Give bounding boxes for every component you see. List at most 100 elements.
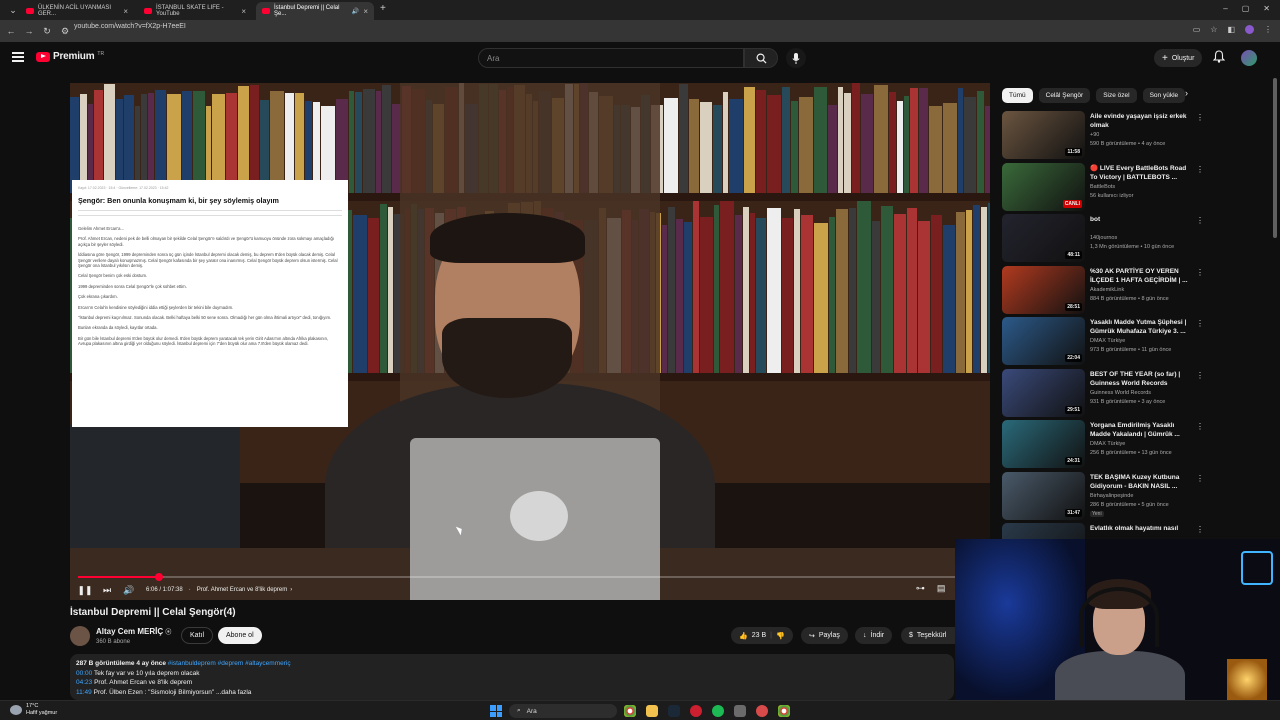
recommendation-item[interactable]: 31:47 TEK BAŞIMA Kuzey Kutbuna Gidiyorum … — [1002, 471, 1202, 522]
subscribe-button[interactable]: Abone ol — [218, 627, 262, 644]
recommendation-channel[interactable]: Guinness World Records — [1090, 390, 1151, 396]
video-thumbnail[interactable]: 24:31 — [1002, 420, 1085, 468]
spotify-icon[interactable] — [712, 705, 724, 717]
recommendation-title[interactable]: Aile evinde yaşayan işsiz erkek olmak — [1090, 112, 1190, 130]
youtube-premium-logo[interactable]: Premium TR — [36, 51, 104, 62]
share-button[interactable]: ↪ Paylaş — [801, 627, 848, 644]
recommendation-channel[interactable]: AkademikLink — [1090, 287, 1124, 293]
chrome-active-icon[interactable] — [778, 705, 790, 717]
steam-icon[interactable] — [668, 705, 680, 717]
forward-icon[interactable]: → — [22, 24, 36, 38]
recommendation-title[interactable]: 🔴 LIVE Every BattleBots Road To Victory … — [1090, 164, 1190, 182]
minimize-icon[interactable]: – — [1223, 4, 1227, 13]
more-options-icon[interactable]: ⋮ — [1196, 525, 1202, 534]
join-button[interactable]: Katıl — [181, 627, 214, 644]
site-info-icon[interactable]: ⚙ — [58, 24, 72, 38]
settings-gear-icon[interactable] — [734, 705, 746, 717]
url-field[interactable]: youtube.com/watch?v=fX2p-H7eeEI — [74, 23, 186, 30]
close-icon[interactable]: × — [123, 7, 128, 16]
chevron-right-icon[interactable]: › — [1185, 88, 1188, 98]
extensions-icon[interactable]: ◧ — [1227, 25, 1235, 34]
recommendation-title[interactable]: TEK BAŞIMA Kuzey Kutbuna Gidiyorum - BAK… — [1090, 473, 1190, 491]
cast-icon[interactable]: ▭ — [1193, 25, 1201, 34]
video-thumbnail[interactable] — [1002, 523, 1085, 539]
chip-for-you[interactable]: Size özel — [1096, 88, 1137, 103]
more-options-icon[interactable]: ⋮ — [1196, 371, 1202, 380]
more-options-icon[interactable]: ⋮ — [1196, 474, 1202, 483]
recommendation-title[interactable]: Evlatlık olmak hayatımı nasıl — [1090, 524, 1190, 533]
channel-name[interactable]: Altay Cem MERİÇ — [96, 627, 163, 636]
timestamp-link[interactable]: 11:49 — [76, 689, 92, 696]
autoplay-toggle-icon[interactable]: ⊶ — [916, 583, 925, 594]
recommendation-channel[interactable]: Birhayalinpeşinde — [1090, 493, 1133, 499]
voice-search-button[interactable] — [786, 48, 806, 68]
recommendation-item[interactable]: 11:58 Aile evinde yaşayan işsiz erkek olm… — [1002, 111, 1202, 161]
recommendation-title[interactable]: Yorgana Emdirilmiş Yasaklı Madde Yakalan… — [1090, 421, 1190, 439]
search-button[interactable] — [744, 48, 778, 68]
like-button[interactable]: 👍 23 B | 👎 — [731, 627, 793, 644]
video-thumbnail[interactable]: 31:47 — [1002, 471, 1085, 520]
reload-icon[interactable]: ↻ — [40, 24, 54, 38]
channel-name-row[interactable]: Altay Cem MERİÇ ⦿ — [96, 627, 171, 636]
scrollbar[interactable] — [1273, 78, 1277, 238]
recommendation-item[interactable]: 24:31 Yorgana Emdirilmiş Yasaklı Madde Ya… — [1002, 420, 1202, 470]
recommendation-title[interactable]: Yasaklı Madde Yutma Şüphesi | Gümrük Muh… — [1090, 318, 1190, 336]
more-options-icon[interactable]: ⋮ — [1196, 268, 1202, 277]
next-button[interactable]: ⏭ — [100, 583, 114, 597]
opera-icon[interactable] — [690, 705, 702, 717]
more-options-icon[interactable]: ⋮ — [1196, 216, 1202, 225]
video-thumbnail[interactable]: CANLI — [1002, 162, 1085, 211]
tab-search-icon[interactable]: ⌄ — [6, 3, 20, 17]
chrome-icon[interactable] — [624, 705, 636, 717]
recommendation-channel[interactable]: DMAX Türkiye — [1090, 441, 1125, 447]
timestamp-link[interactable]: 04:23 — [76, 679, 92, 686]
taskbar-search[interactable]: ⌕ Ara — [509, 704, 617, 718]
file-explorer-icon[interactable] — [646, 705, 658, 717]
progress-bar[interactable] — [78, 573, 982, 581]
hamburger-menu-icon[interactable] — [12, 52, 24, 62]
chip-celal-sengor[interactable]: Celâl Şengör — [1038, 88, 1091, 103]
more-options-icon[interactable]: ⋮ — [1196, 422, 1202, 431]
search-input[interactable]: Ara — [478, 48, 744, 68]
account-avatar[interactable] — [1241, 50, 1257, 66]
profile-icon[interactable] — [1245, 25, 1254, 34]
video-thumbnail[interactable]: 28:51 — [1002, 265, 1085, 314]
maximize-icon[interactable]: ▢ — [1242, 4, 1250, 13]
recommendation-item[interactable]: 28:51 %30 AK PARTİYE OY VEREN İLÇEDE 1 HA… — [1002, 265, 1202, 316]
recommendation-channel[interactable]: DMAX Türkiye — [1090, 338, 1125, 344]
close-icon[interactable]: × — [241, 7, 246, 16]
timestamp-link[interactable]: 00:00 — [76, 670, 92, 677]
video-thumbnail[interactable]: 22:04 — [1002, 317, 1085, 365]
pause-button[interactable]: ❚❚ — [77, 583, 92, 597]
video-thumbnail[interactable]: 48:11 — [1002, 214, 1085, 262]
recommendation-channel[interactable]: +90 — [1090, 132, 1099, 138]
recommendation-channel[interactable]: 140journos — [1090, 235, 1117, 241]
recommendation-item[interactable]: CANLI 🔴 LIVE Every BattleBots Road To Vic… — [1002, 162, 1202, 213]
video-player[interactable]: Kayıt: 17.02.2023 · 15:4 · Güncelleme: 1… — [70, 83, 990, 600]
chapter-title[interactable]: Prof. Ahmet Ercan ve 8'lik deprem — [197, 587, 288, 593]
recommendation-item[interactable]: 22:04 Yasaklı Madde Yutma Şüphesi | Gümrü… — [1002, 317, 1202, 367]
subtitles-icon[interactable]: ▤ — [937, 583, 946, 594]
more-options-icon[interactable]: ⋮ — [1196, 113, 1202, 122]
video-thumbnail[interactable]: 29:51 — [1002, 368, 1085, 417]
create-button[interactable]: + Oluştur — [1154, 49, 1203, 67]
speaker-icon[interactable]: 🔊 — [352, 8, 359, 15]
chip-recent[interactable]: Son yükle — [1142, 88, 1186, 103]
download-button[interactable]: ↓ İndir — [855, 627, 893, 644]
video-thumbnail[interactable]: 11:58 — [1002, 111, 1085, 159]
browser-tab-3[interactable]: İstanbul Depremi || Celal Şe... 🔊 × — [256, 2, 374, 20]
app-icon[interactable] — [756, 705, 768, 717]
new-tab-button[interactable]: + — [380, 3, 386, 14]
close-window-icon[interactable]: ✕ — [1263, 4, 1270, 13]
notifications-bell-icon[interactable] — [1212, 50, 1227, 64]
thumbs-down-icon[interactable]: 👎 — [776, 632, 785, 640]
thanks-button[interactable]: $ Teşekkürl — [901, 627, 955, 644]
menu-icon[interactable]: ⋮ — [1264, 25, 1272, 34]
bookmark-star-icon[interactable]: ☆ — [1210, 25, 1217, 34]
more-options-icon[interactable]: ⋮ — [1196, 319, 1202, 328]
volume-icon[interactable]: 🔊 — [122, 583, 136, 597]
recommendation-channel[interactable]: BattleBots — [1090, 184, 1115, 190]
recommendation-title[interactable]: bot — [1090, 215, 1190, 224]
start-button-icon[interactable] — [490, 705, 502, 717]
recommendation-item[interactable]: Evlatlık olmak hayatımı nasıl ⋮ — [1002, 523, 1202, 539]
